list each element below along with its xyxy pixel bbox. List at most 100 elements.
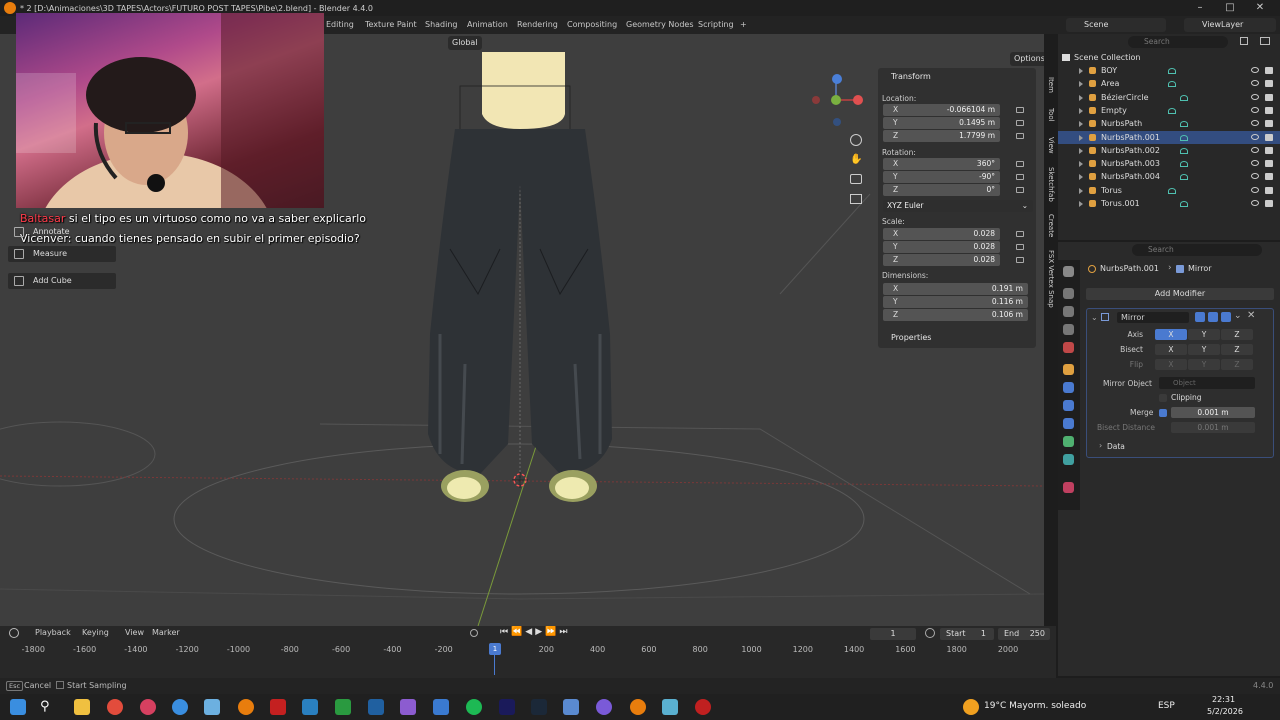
eye-icon[interactable]: [1251, 67, 1259, 73]
outliner-item[interactable]: NurbsPath.002: [1058, 144, 1280, 157]
playback-menu[interactable]: Playback: [35, 628, 71, 637]
render-icon[interactable]: [1265, 106, 1273, 114]
app-icon[interactable]: [204, 699, 220, 715]
expand-arrow-icon[interactable]: [1079, 121, 1083, 128]
axis-z-toggle[interactable]: Z: [1221, 329, 1253, 340]
expand-arrow-icon[interactable]: [1079, 134, 1083, 141]
merge-checkbox[interactable]: [1159, 409, 1167, 417]
bisect-y-toggle[interactable]: Y: [1188, 344, 1220, 355]
physics-tab-icon[interactable]: [1063, 418, 1074, 429]
flip-x-toggle[interactable]: X: [1155, 359, 1187, 370]
render-icon[interactable]: [1265, 186, 1273, 194]
tab-animation[interactable]: Animation: [467, 20, 508, 29]
lock-icon[interactable]: [1016, 120, 1024, 126]
rotation-x-field[interactable]: X 360°: [883, 158, 1000, 170]
view-menu[interactable]: View: [125, 628, 144, 637]
add-workspace-button[interactable]: +: [740, 20, 747, 29]
eye-icon[interactable]: [1251, 160, 1259, 167]
expand-arrow-icon[interactable]: [1079, 68, 1083, 74]
lock-icon[interactable]: [1016, 174, 1024, 180]
outliner-item[interactable]: NurbsPath.003: [1058, 157, 1280, 170]
tab-scripting[interactable]: Scripting: [698, 20, 734, 29]
expand-arrow-icon[interactable]: [1079, 201, 1083, 207]
render-icon[interactable]: [1265, 80, 1273, 88]
expand-arrow-icon[interactable]: ›: [1099, 441, 1102, 450]
orientation-dropdown[interactable]: Global: [448, 36, 482, 50]
timeline-editor-icon[interactable]: [9, 628, 19, 638]
outliner-item[interactable]: Area: [1058, 77, 1280, 90]
location-x-field[interactable]: X -0.066104 m: [883, 104, 1000, 116]
viewport-toggle-icon[interactable]: [1208, 312, 1218, 322]
flip-z-toggle[interactable]: Z: [1221, 359, 1253, 370]
outliner-search[interactable]: Search: [1128, 36, 1228, 48]
scale-y-field[interactable]: Y 0.028: [883, 241, 1000, 253]
lock-icon[interactable]: [1016, 133, 1024, 139]
render-icon[interactable]: [1265, 146, 1273, 154]
object-tab-icon[interactable]: [1063, 364, 1074, 375]
expand-arrow-icon[interactable]: [1079, 174, 1083, 181]
vscode-icon[interactable]: [368, 699, 384, 715]
render-tab-icon[interactable]: [1063, 288, 1074, 299]
particles-tab-icon[interactable]: [1063, 400, 1074, 411]
modifier-name-field[interactable]: Mirror: [1117, 312, 1189, 323]
outliner-item[interactable]: BOY: [1058, 64, 1280, 77]
playback-controls[interactable]: ⏮⏪◀▶⏩⏭: [500, 627, 570, 637]
lock-icon[interactable]: [1016, 161, 1024, 167]
grid-view-icon[interactable]: [850, 194, 862, 204]
eye-icon[interactable]: [1251, 186, 1259, 193]
rotation-y-field[interactable]: Y -90°: [883, 171, 1000, 183]
outliner-item[interactable]: NurbsPath.001: [1058, 130, 1280, 144]
tab-sketchfab[interactable]: Sketchfab: [1043, 164, 1055, 204]
remove-modifier-icon[interactable]: ✕: [1247, 310, 1255, 321]
pycharm-icon[interactable]: [335, 699, 351, 715]
scale-z-field[interactable]: Z 0.028: [883, 254, 1000, 266]
windows-start-icon[interactable]: [10, 699, 26, 715]
expand-arrow-icon[interactable]: [1079, 81, 1083, 88]
language-indicator[interactable]: ESP: [1158, 701, 1175, 711]
render-icon[interactable]: [1265, 200, 1273, 207]
eye-icon[interactable]: [1251, 120, 1259, 127]
tool-annotate[interactable]: Annotate: [8, 224, 116, 240]
opera-icon[interactable]: [140, 699, 156, 715]
render-icon[interactable]: [1265, 133, 1273, 141]
data-subpanel-label[interactable]: Data: [1107, 442, 1125, 451]
zoom-icon[interactable]: [850, 134, 862, 146]
constraints-tab-icon[interactable]: [1063, 436, 1074, 447]
tab-rendering[interactable]: Rendering: [517, 20, 558, 29]
view-layer-selector[interactable]: ViewLayer: [1184, 18, 1276, 32]
eye-icon[interactable]: [1251, 200, 1259, 206]
modifier-tab-icon[interactable]: [1063, 382, 1074, 393]
obs-icon[interactable]: [695, 699, 711, 715]
spotify-icon[interactable]: [466, 699, 482, 715]
properties-header[interactable]: Properties: [891, 333, 931, 342]
output-tab-icon[interactable]: [1063, 306, 1074, 317]
rotation-z-field[interactable]: Z 0°: [883, 184, 1000, 196]
render-icon[interactable]: [1265, 120, 1273, 128]
tab-compositing[interactable]: Compositing: [567, 20, 617, 29]
tab-texture-paint[interactable]: Texture Paint: [365, 20, 417, 29]
axis-y-toggle[interactable]: Y: [1188, 329, 1220, 340]
eye-icon[interactable]: [1251, 93, 1259, 100]
scene-collection-row[interactable]: Scene Collection: [1058, 51, 1280, 64]
merge-distance-field[interactable]: 0.001 m: [1171, 407, 1255, 418]
close-button[interactable]: ✕: [1240, 0, 1280, 16]
outliner-item[interactable]: Torus: [1058, 184, 1280, 197]
start-frame-field[interactable]: Start 1: [940, 628, 994, 640]
view-layer-tab-icon[interactable]: [1063, 324, 1074, 335]
chevron-down-icon[interactable]: ⌄: [1234, 311, 1242, 321]
eye-icon[interactable]: [1251, 106, 1259, 113]
axis-x-toggle[interactable]: X: [1155, 329, 1187, 340]
new-collection-icon[interactable]: [1260, 37, 1270, 45]
file-explorer-icon[interactable]: [74, 699, 90, 715]
outliner-item[interactable]: BézierCircle: [1058, 91, 1280, 104]
outliner-item[interactable]: NurbsPath: [1058, 117, 1280, 130]
render-icon[interactable]: [1265, 67, 1273, 74]
material-tab-icon[interactable]: [1063, 482, 1074, 493]
outliner-item[interactable]: Empty: [1058, 104, 1280, 117]
transform-header[interactable]: Transform: [891, 72, 931, 81]
dimension-z-field[interactable]: Z 0.106 m: [883, 309, 1028, 321]
steam-icon[interactable]: [531, 699, 547, 715]
expand-arrow-icon[interactable]: [1079, 107, 1083, 114]
bisect-x-toggle[interactable]: X: [1155, 344, 1187, 355]
photos-icon[interactable]: [302, 699, 318, 715]
